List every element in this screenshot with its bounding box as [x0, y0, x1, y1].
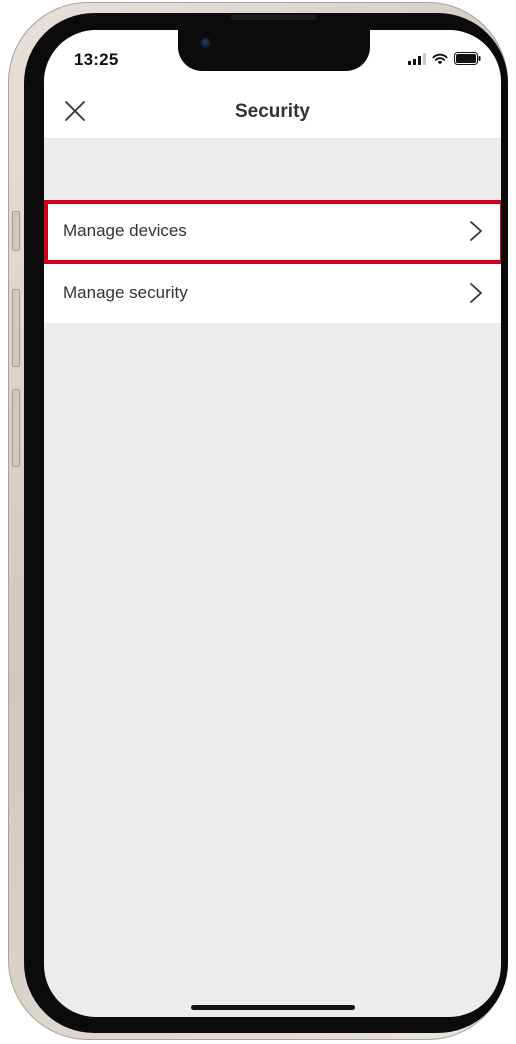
wifi-icon	[432, 53, 448, 64]
page-title: Security	[235, 101, 310, 122]
signal-icon	[408, 52, 426, 65]
earpiece-speaker	[230, 15, 316, 20]
screen: 13:25 Security Manage devices Manage sec…	[44, 30, 501, 1017]
phone-frame: 13:25 Security Manage devices Manage sec…	[8, 2, 508, 1040]
navigation-bar: Security	[44, 88, 501, 139]
chevron-right-icon	[470, 221, 482, 241]
status-time: 13:25	[74, 50, 119, 69]
action-button	[12, 211, 20, 251]
home-indicator[interactable]	[191, 1005, 355, 1010]
security-menu-list: Manage devices Manage security	[44, 200, 501, 323]
status-icons	[408, 52, 481, 65]
manage-devices-item[interactable]: Manage devices	[44, 200, 501, 261]
manage-devices-label: Manage devices	[63, 220, 187, 240]
front-camera	[201, 38, 211, 48]
manage-security-item[interactable]: Manage security	[44, 261, 501, 323]
manage-security-label: Manage security	[63, 282, 188, 302]
notch	[178, 30, 370, 71]
battery-icon	[454, 52, 481, 65]
volume-down-button	[12, 389, 20, 467]
chevron-right-icon	[470, 283, 482, 303]
volume-up-button	[12, 289, 20, 367]
